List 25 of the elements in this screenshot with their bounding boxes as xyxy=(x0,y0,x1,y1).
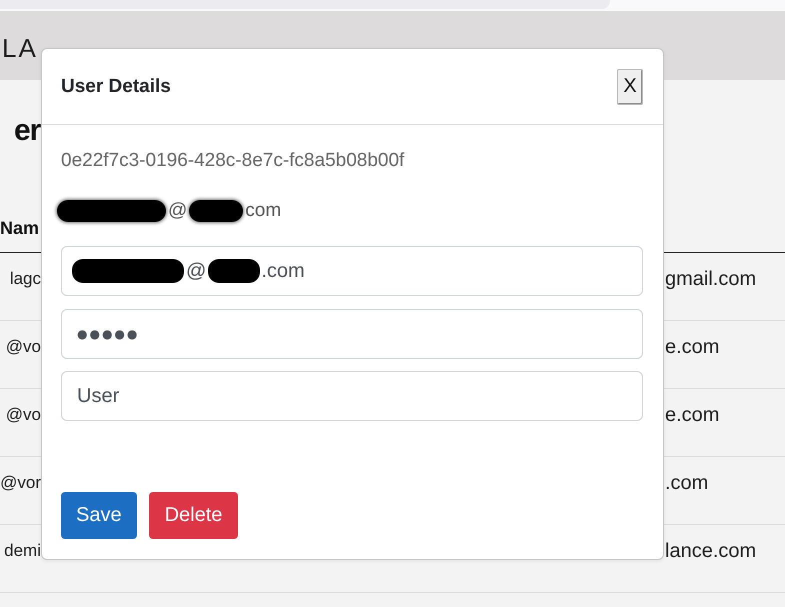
password-field[interactable]: ●●●●● xyxy=(61,308,643,358)
table-cell: .com xyxy=(664,471,708,495)
text-field[interactable]: User xyxy=(61,371,643,421)
email-field[interactable]: @ .com xyxy=(61,246,643,296)
email-text: com xyxy=(245,199,282,223)
dialog-title: User Details xyxy=(61,74,171,98)
email-text: @ xyxy=(168,199,188,223)
table-cell: e.com xyxy=(664,335,720,359)
table-cell: gmail.com xyxy=(664,267,756,291)
delete-button[interactable]: Delete xyxy=(148,492,238,539)
table-cell-text: @vo xyxy=(6,336,41,358)
page-heading: er xyxy=(14,113,40,149)
logo-text[interactable]: LA xyxy=(2,35,38,61)
table-cell: lance.com xyxy=(664,539,756,563)
table-cell-text: @vor xyxy=(0,472,41,494)
table-cell: e.com xyxy=(664,403,720,427)
redaction-mark xyxy=(208,259,260,283)
table-cell-text: @vo xyxy=(6,404,41,426)
table-cell-text: lagc xyxy=(10,268,41,290)
table-cell-text: demi xyxy=(4,540,41,562)
save-button[interactable]: Save xyxy=(61,492,137,539)
close-button[interactable]: X xyxy=(617,68,643,104)
redaction-mark xyxy=(189,200,244,222)
column-header: Nam xyxy=(0,217,40,240)
user-id-text: 0e22f7c3-0196-428c-8e7c-fc8a5b08b00f xyxy=(61,149,406,173)
